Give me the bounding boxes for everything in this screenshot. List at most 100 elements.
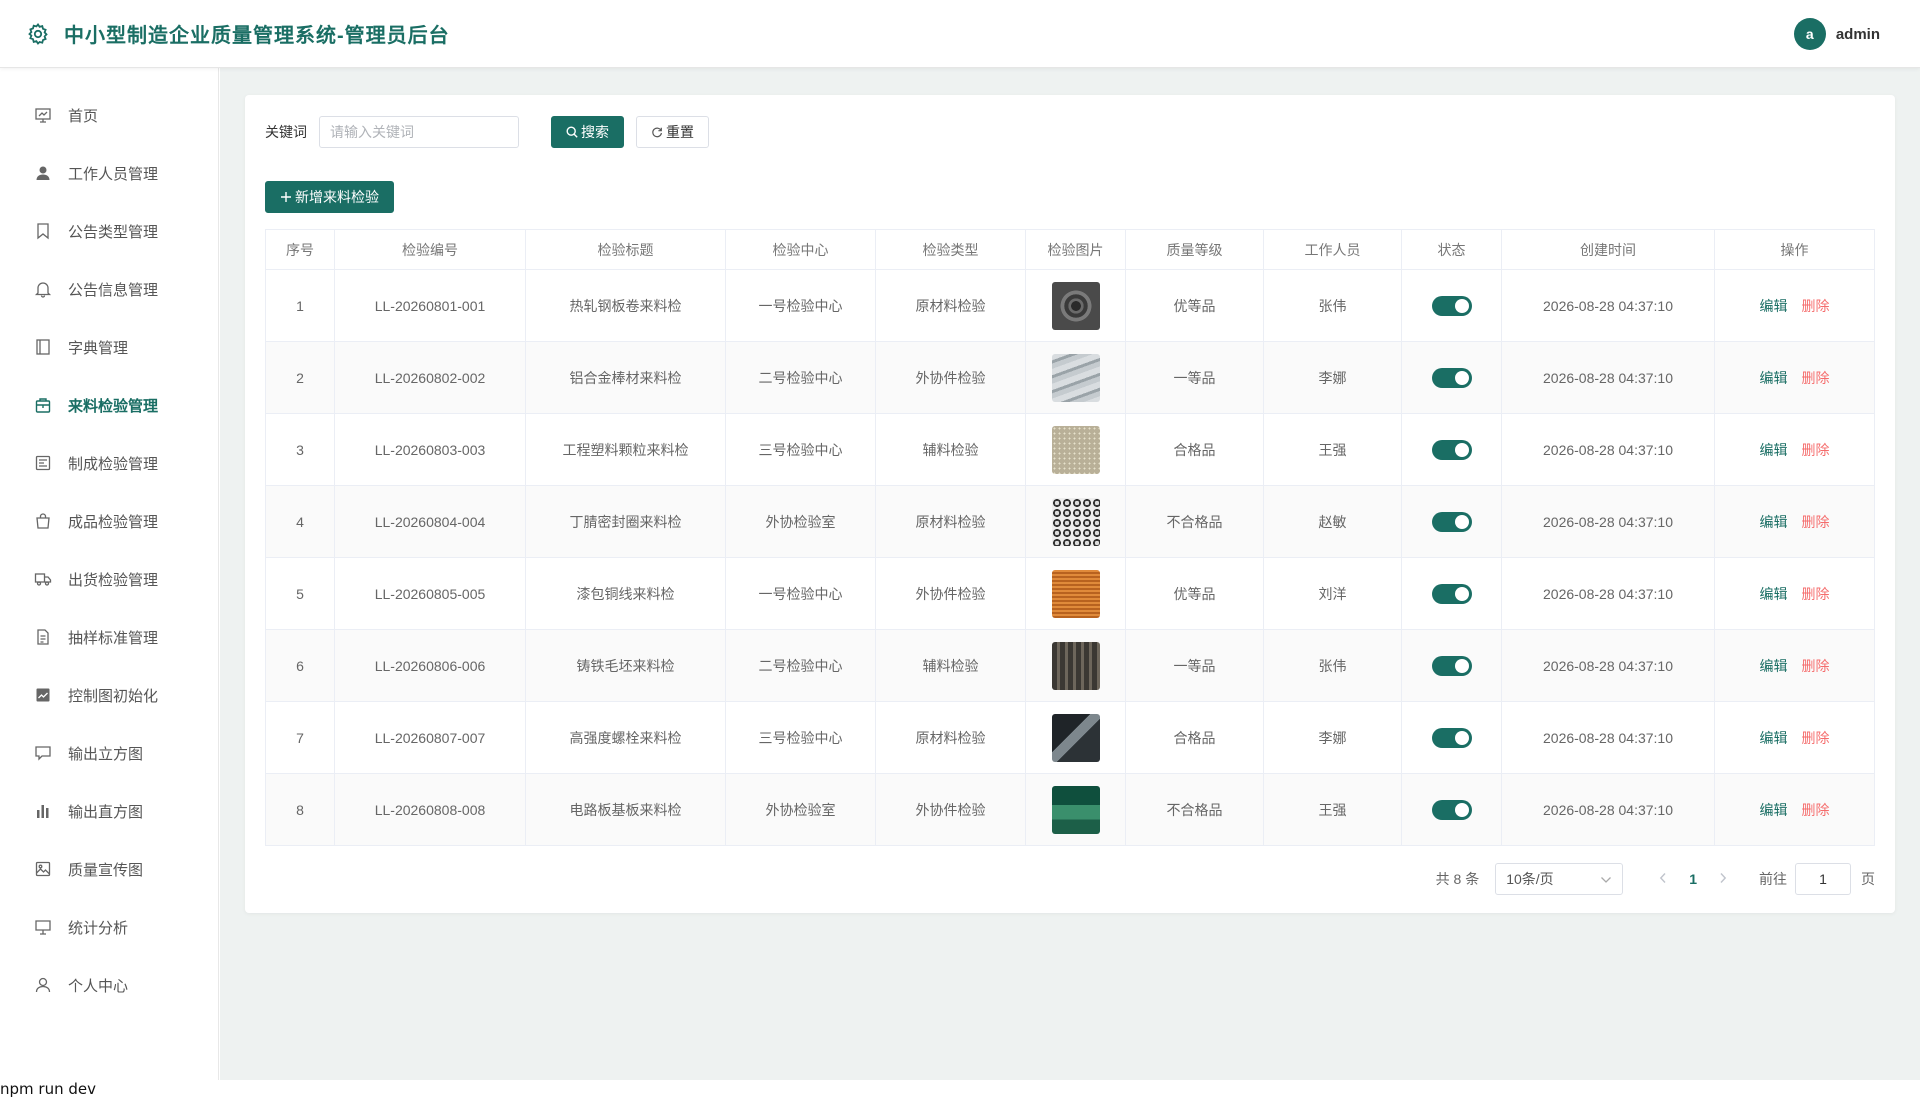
user-menu[interactable]: a admin xyxy=(1793,18,1880,50)
sidebar-item-14[interactable]: 统计分析 xyxy=(0,898,218,956)
cell-grade: 优等品 xyxy=(1125,269,1264,342)
page-number-current[interactable]: 1 xyxy=(1689,871,1697,887)
reset-button[interactable]: 重置 xyxy=(636,116,709,148)
cell-no: 6 xyxy=(265,629,335,702)
cell-grade: 合格品 xyxy=(1125,413,1264,486)
prev-page-icon[interactable] xyxy=(1651,871,1675,887)
sidebar-item-11[interactable]: 输出立方图 xyxy=(0,724,218,782)
inspection-image[interactable] xyxy=(1051,353,1100,402)
sidebar-item-4[interactable]: 字典管理 xyxy=(0,318,218,376)
next-page-icon[interactable] xyxy=(1711,871,1735,887)
delete-button[interactable]: 删除 xyxy=(1802,730,1830,746)
edit-button[interactable]: 编辑 xyxy=(1760,586,1788,602)
delete-button[interactable]: 删除 xyxy=(1802,514,1830,530)
delete-button[interactable]: 删除 xyxy=(1802,802,1830,818)
search-button[interactable]: 搜索 xyxy=(551,116,624,148)
edit-button[interactable]: 编辑 xyxy=(1760,514,1788,530)
inspection-image[interactable] xyxy=(1051,497,1100,546)
delete-button[interactable]: 删除 xyxy=(1802,586,1830,602)
inspection-image-cell xyxy=(1025,701,1126,774)
cell-no: 3 xyxy=(265,413,335,486)
sidebar-item-8[interactable]: 出货检验管理 xyxy=(0,550,218,608)
sidebar-item-2[interactable]: 公告类型管理 xyxy=(0,202,218,260)
sidebar-item-label: 首页 xyxy=(68,107,99,125)
delete-button[interactable]: 删除 xyxy=(1802,658,1830,674)
reset-button-label: 重置 xyxy=(666,124,694,140)
edit-button[interactable]: 编辑 xyxy=(1760,370,1788,386)
cell-created: 2026-08-28 04:37:10 xyxy=(1501,413,1715,486)
status-cell xyxy=(1401,269,1502,342)
status-toggle[interactable] xyxy=(1431,799,1472,820)
edit-button[interactable]: 编辑 xyxy=(1760,802,1788,818)
edit-button[interactable]: 编辑 xyxy=(1760,730,1788,746)
sidebar-item-5[interactable]: 来料检验管理 xyxy=(0,376,218,434)
inspection-image[interactable] xyxy=(1051,713,1100,762)
cell-title: 漆包铜线来料检 xyxy=(525,557,726,630)
status-toggle[interactable] xyxy=(1431,583,1472,604)
cell-created: 2026-08-28 04:37:10 xyxy=(1501,701,1715,774)
sidebar-item-0[interactable]: 首页 xyxy=(0,86,218,144)
cell-code: LL-20260806-006 xyxy=(334,629,526,702)
sidebar-item-label: 抽样标准管理 xyxy=(68,629,159,647)
inspection-image[interactable] xyxy=(1051,425,1100,474)
sidebar-item-label: 成品检验管理 xyxy=(68,513,159,531)
plus-icon xyxy=(280,191,292,203)
cell-no: 7 xyxy=(265,701,335,774)
column-header: 检验标题 xyxy=(525,229,726,270)
inspection-image[interactable] xyxy=(1051,569,1100,618)
add-inspection-button[interactable]: 新增来料检验 xyxy=(265,181,394,213)
inspection-image[interactable] xyxy=(1051,785,1100,834)
status-toggle[interactable] xyxy=(1431,439,1472,460)
edit-button[interactable]: 编辑 xyxy=(1760,442,1788,458)
person-icon xyxy=(34,976,52,994)
sidebar-item-13[interactable]: 质量宣传图 xyxy=(0,840,218,898)
inspection-image[interactable] xyxy=(1051,281,1100,330)
edit-button[interactable]: 编辑 xyxy=(1760,658,1788,674)
terminal-line: npm run dev xyxy=(0,1080,1920,1098)
keyword-input[interactable] xyxy=(319,116,519,148)
cell-staff: 张伟 xyxy=(1263,629,1402,702)
bell-icon xyxy=(34,280,52,298)
sidebar-item-10[interactable]: 控制图初始化 xyxy=(0,666,218,724)
edit-button[interactable]: 编辑 xyxy=(1760,298,1788,314)
cell-type: 辅料检验 xyxy=(875,629,1026,702)
cell-type: 外协件检验 xyxy=(875,341,1026,414)
status-toggle[interactable] xyxy=(1431,727,1472,748)
bar-chart-icon xyxy=(34,802,52,820)
delete-button[interactable]: 删除 xyxy=(1802,442,1830,458)
sidebar-item-12[interactable]: 输出直方图 xyxy=(0,782,218,840)
delete-button[interactable]: 删除 xyxy=(1802,370,1830,386)
cell-staff: 王强 xyxy=(1263,413,1402,486)
cell-created: 2026-08-28 04:37:10 xyxy=(1501,341,1715,414)
cell-center: 三号检验中心 xyxy=(725,413,876,486)
actions-cell: 编辑 删除 xyxy=(1714,629,1875,702)
gear-icon xyxy=(24,20,52,48)
status-cell xyxy=(1401,629,1502,702)
cell-grade: 不合格品 xyxy=(1125,485,1264,558)
cell-code: LL-20260807-007 xyxy=(334,701,526,774)
cell-no: 1 xyxy=(265,269,335,342)
status-toggle[interactable] xyxy=(1431,367,1472,388)
delete-button[interactable]: 删除 xyxy=(1802,298,1830,314)
table-row: 5 LL-20260805-005 漆包铜线来料检 一号检验中心 外协件检验 优等品 刘洋 2… xyxy=(265,557,1875,630)
column-header: 质量等级 xyxy=(1125,229,1264,270)
sidebar-item-9[interactable]: 抽样标准管理 xyxy=(0,608,218,666)
sidebar-item-1[interactable]: 工作人员管理 xyxy=(0,144,218,202)
sidebar-item-label: 个人中心 xyxy=(68,977,129,995)
avatar[interactable]: a xyxy=(1793,18,1826,50)
status-toggle[interactable] xyxy=(1431,511,1472,532)
sidebar-item-3[interactable]: 公告信息管理 xyxy=(0,260,218,318)
sidebar-item-6[interactable]: 制成检验管理 xyxy=(0,434,218,492)
sidebar-item-7[interactable]: 成品检验管理 xyxy=(0,492,218,550)
status-toggle[interactable] xyxy=(1431,655,1472,676)
goto-page-input[interactable] xyxy=(1795,863,1851,895)
sidebar-item-15[interactable]: 个人中心 xyxy=(0,956,218,1014)
actions-cell: 编辑 删除 xyxy=(1714,701,1875,774)
chevron-down-icon xyxy=(1600,871,1612,887)
table-body: 1 LL-20260801-001 热轧钢板卷来料检 一号检验中心 原材料检验 优等品 张伟… xyxy=(265,269,1875,846)
status-toggle[interactable] xyxy=(1431,295,1472,316)
username[interactable]: admin xyxy=(1836,26,1880,43)
inspection-image[interactable] xyxy=(1051,641,1100,690)
status-cell xyxy=(1401,557,1502,630)
page-size-select[interactable]: 10条/页 xyxy=(1495,863,1624,895)
